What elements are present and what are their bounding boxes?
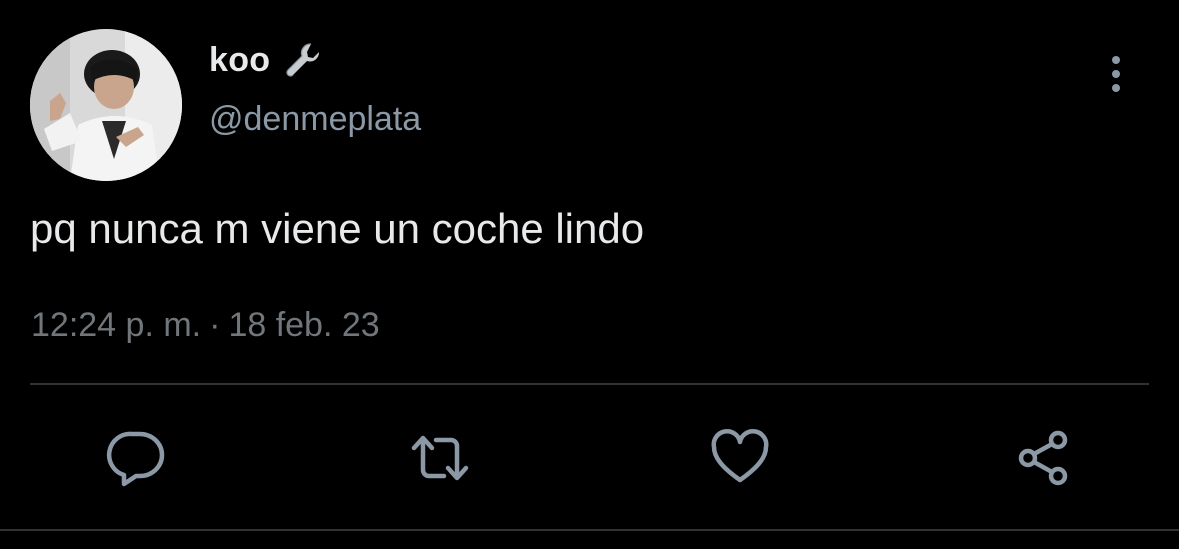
tweet-time: 12:24 p. m.: [31, 306, 202, 344]
avatar[interactable]: [30, 29, 182, 181]
meta-separator: ·: [209, 306, 221, 344]
like-button[interactable]: [710, 428, 770, 488]
wrench-icon: [282, 39, 324, 81]
retweet-icon: [411, 435, 469, 481]
tweet-card: koo @denmeplata pq nunca m viene un coch…: [0, 0, 1179, 549]
tweet-text: pq nunca m viene un coche lindo: [30, 205, 645, 252]
bottom-divider: [0, 529, 1179, 531]
divider: [30, 383, 1149, 385]
tweet-date: 18 feb. 23: [228, 306, 380, 344]
share-icon: [1018, 430, 1068, 486]
comment-icon: [106, 431, 165, 487]
heart-icon: [711, 429, 769, 483]
reply-button[interactable]: [106, 428, 166, 488]
share-button[interactable]: [1014, 428, 1074, 488]
retweet-button[interactable]: [410, 428, 470, 488]
tweet-timestamp[interactable]: 12:24 p. m. · 18 feb. 23: [31, 306, 380, 345]
more-options-icon[interactable]: [1098, 52, 1134, 96]
user-handle[interactable]: @denmeplata: [209, 100, 421, 139]
avatar-photo: [30, 29, 182, 181]
user-name-row: koo: [209, 36, 324, 84]
display-name[interactable]: koo: [209, 41, 270, 80]
